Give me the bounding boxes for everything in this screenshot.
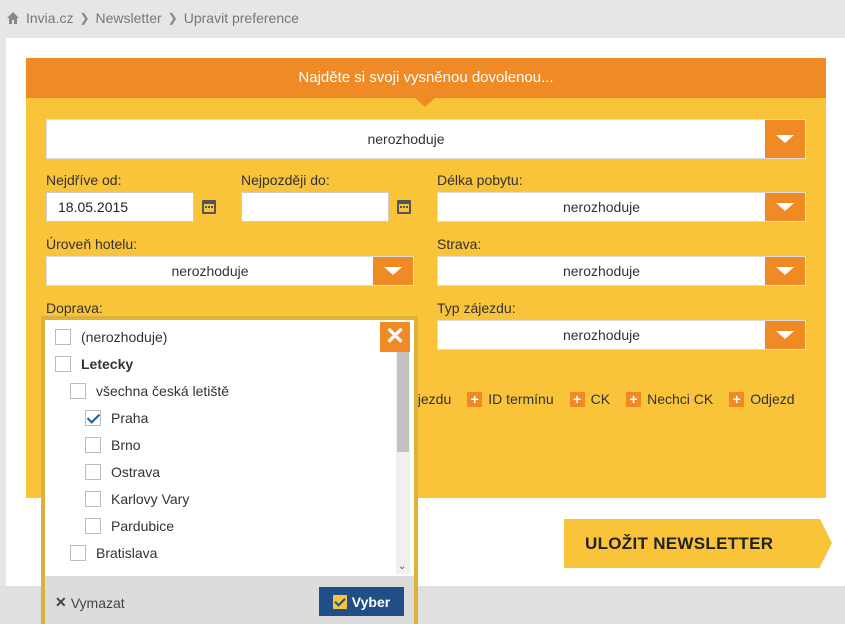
trip-type-label: Typ zájezdu: xyxy=(437,300,516,316)
date-to-label: Nejpozději do: xyxy=(241,172,330,188)
checkbox[interactable] xyxy=(70,383,86,399)
breadcrumb-current: Upravit preference xyxy=(183,10,299,26)
board-select[interactable]: nerozhoduje xyxy=(437,256,806,286)
option-praha[interactable]: Praha xyxy=(85,410,148,426)
save-newsletter-button[interactable]: ULOŽIT NEWSLETTER xyxy=(564,519,832,568)
chevron-down-icon xyxy=(765,120,805,158)
filter-exclude-ck[interactable]: + Nechci CK xyxy=(626,391,713,407)
chevron-right-icon: ❯ xyxy=(79,11,90,25)
scrollbar-thumb[interactable] xyxy=(397,352,409,452)
filter-label: Odjezd xyxy=(750,391,795,407)
option-brno[interactable]: Brno xyxy=(85,437,141,453)
transport-options-list[interactable]: (nerozhoduje) Letecky všechna česká leti… xyxy=(45,320,400,576)
filter-label: CK xyxy=(590,391,611,407)
chevron-right-icon: ❯ xyxy=(167,11,178,25)
breadcrumb: Invia.cz ❯ Newsletter ❯ Upravit preferen… xyxy=(6,8,299,28)
option-label: Pardubice xyxy=(111,518,175,534)
choose-button[interactable]: Vyber xyxy=(319,587,404,616)
option-label: Bratislava xyxy=(96,545,158,561)
option-label: (nerozhoduje) xyxy=(81,329,168,345)
option-pardubice[interactable]: Pardubice xyxy=(85,518,174,534)
option-undecided[interactable]: (nerozhoduje) xyxy=(55,329,167,345)
checkbox[interactable] xyxy=(85,491,101,507)
transport-label: Doprava: xyxy=(46,300,103,316)
option-karlovy-vary[interactable]: Karlovy Vary xyxy=(85,491,189,507)
clear-button[interactable]: ✕ Vymazat xyxy=(55,594,125,611)
board-value: nerozhoduje xyxy=(562,263,641,279)
option-bratislava[interactable]: Bratislava xyxy=(70,545,157,561)
option-by-air[interactable]: Letecky xyxy=(55,356,133,372)
option-label: všechna česká letiště xyxy=(96,383,230,399)
stay-length-value: nerozhoduje xyxy=(562,199,641,215)
breadcrumb-link-invia[interactable]: Invia.cz xyxy=(26,10,73,26)
close-icon: ✕ xyxy=(55,594,67,610)
checkbox[interactable] xyxy=(85,518,101,534)
clear-label: Vymazat xyxy=(70,594,125,611)
dropdown-footer: ✕ Vymazat Vyber xyxy=(45,576,414,624)
option-label: Letecky xyxy=(81,356,134,372)
checkbox[interactable] xyxy=(85,464,101,480)
trip-type-value: nerozhoduje xyxy=(562,327,641,343)
stay-length-select[interactable]: nerozhoduje xyxy=(437,192,806,222)
checkmark-icon xyxy=(332,594,347,609)
chevron-down-icon xyxy=(765,193,805,221)
filter-term-id[interactable]: + ID termínu xyxy=(467,391,554,407)
destination-select[interactable]: nerozhoduje xyxy=(46,119,806,159)
calendar-icon[interactable] xyxy=(202,200,216,214)
logo-fragment xyxy=(565,618,615,624)
hotel-level-value: nerozhoduje xyxy=(171,263,249,279)
checkbox[interactable] xyxy=(55,329,71,345)
option-label: Ostrava xyxy=(111,464,161,480)
date-from-label: Nejdříve od: xyxy=(46,172,122,188)
checkbox-checked[interactable] xyxy=(85,410,101,426)
option-label: Praha xyxy=(111,410,149,426)
extra-filters: ájezdu + ID termínu + CK + Nechci CK + Odjez… xyxy=(410,391,795,407)
plus-icon: + xyxy=(467,391,483,407)
option-label: Karlovy Vary xyxy=(111,491,190,507)
scroll-down-icon[interactable]: ⌄ xyxy=(398,561,406,572)
stay-length-label: Délka pobytu: xyxy=(437,172,523,188)
chevron-down-icon xyxy=(765,257,805,285)
board-label: Strava: xyxy=(437,236,482,252)
hotel-level-select[interactable]: nerozhoduje xyxy=(46,256,414,286)
option-label: Brno xyxy=(111,437,141,453)
date-to-input[interactable] xyxy=(241,192,389,222)
option-all-czech-airports[interactable]: všechna česká letiště xyxy=(70,383,229,399)
filter-label: ID termínu xyxy=(488,391,554,407)
filter-departure[interactable]: + Odjezd xyxy=(729,391,795,407)
chevron-down-icon xyxy=(373,257,413,285)
filter-ck[interactable]: + CK xyxy=(569,391,611,407)
breadcrumb-link-newsletter[interactable]: Newsletter xyxy=(96,10,162,26)
plus-icon: + xyxy=(729,391,745,407)
plus-icon: + xyxy=(626,391,642,407)
checkbox[interactable] xyxy=(55,356,71,372)
transport-dropdown: (nerozhoduje) Letecky všechna česká leti… xyxy=(41,316,418,624)
option-ostrava[interactable]: Ostrava xyxy=(85,464,160,480)
calendar-icon[interactable] xyxy=(397,200,411,214)
checkbox[interactable] xyxy=(85,437,101,453)
plus-icon: + xyxy=(569,391,585,407)
chevron-down-icon xyxy=(765,321,805,349)
trip-type-select[interactable]: nerozhoduje xyxy=(437,320,806,350)
destination-select-value: nerozhoduje xyxy=(367,131,445,147)
filter-label: Nechci CK xyxy=(647,391,714,407)
hotel-level-label: Úroveň hotelu: xyxy=(46,236,138,252)
home-icon[interactable] xyxy=(6,11,20,25)
form-header: Najděte si svoji vysněnou dovolenou... xyxy=(26,58,826,107)
choose-label: Vyber xyxy=(351,593,391,610)
scrollbar[interactable]: ⌄ xyxy=(396,352,410,574)
date-from-input[interactable]: 18.05.2015 xyxy=(46,192,194,222)
checkbox[interactable] xyxy=(70,545,86,561)
close-icon[interactable]: ✕ xyxy=(380,322,410,352)
